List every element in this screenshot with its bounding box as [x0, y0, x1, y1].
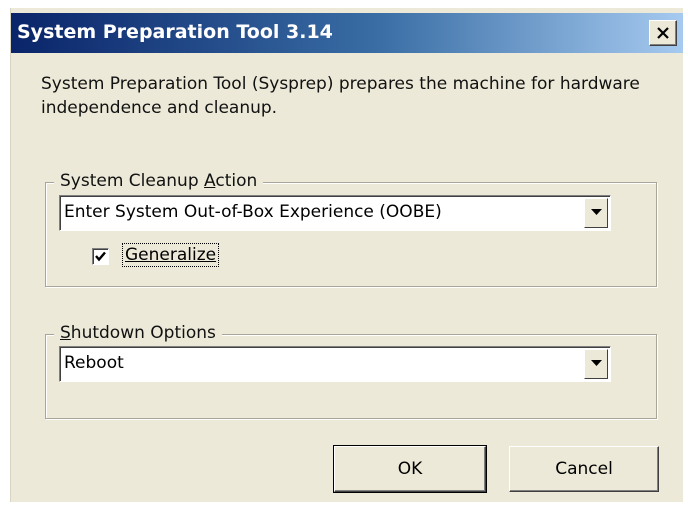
- title-bar[interactable]: System Preparation Tool 3.14: [11, 13, 683, 53]
- chevron-down-icon: [591, 209, 602, 215]
- close-icon: [657, 27, 669, 39]
- window-title: System Preparation Tool 3.14: [17, 21, 333, 43]
- check-icon: [95, 251, 106, 262]
- cleanup-action-group-label: System Cleanup Action: [54, 171, 264, 191]
- ok-button[interactable]: OK: [333, 445, 487, 493]
- cleanup-action-value: Enter System Out-of-Box Experience (OOBE…: [64, 202, 442, 222]
- generalize-checkbox[interactable]: [92, 248, 109, 265]
- shutdown-options-group-label: Shutdown Options: [54, 323, 222, 343]
- sysprep-dialog: System Preparation Tool 3.14 System Prep…: [10, 8, 683, 502]
- shutdown-options-dropdown[interactable]: Reboot: [59, 346, 611, 382]
- shutdown-options-value: Reboot: [64, 353, 124, 373]
- shutdown-options-dropdown-button[interactable]: [584, 349, 608, 379]
- cancel-button[interactable]: Cancel: [509, 446, 659, 492]
- cleanup-action-dropdown[interactable]: Enter System Out-of-Box Experience (OOBE…: [59, 195, 611, 231]
- close-button[interactable]: [649, 20, 677, 46]
- generalize-label[interactable]: Generalize: [121, 243, 220, 267]
- cleanup-action-dropdown-button[interactable]: [584, 198, 608, 228]
- description-text: System Preparation Tool (Sysprep) prepar…: [41, 74, 640, 118]
- chevron-down-icon: [591, 360, 602, 366]
